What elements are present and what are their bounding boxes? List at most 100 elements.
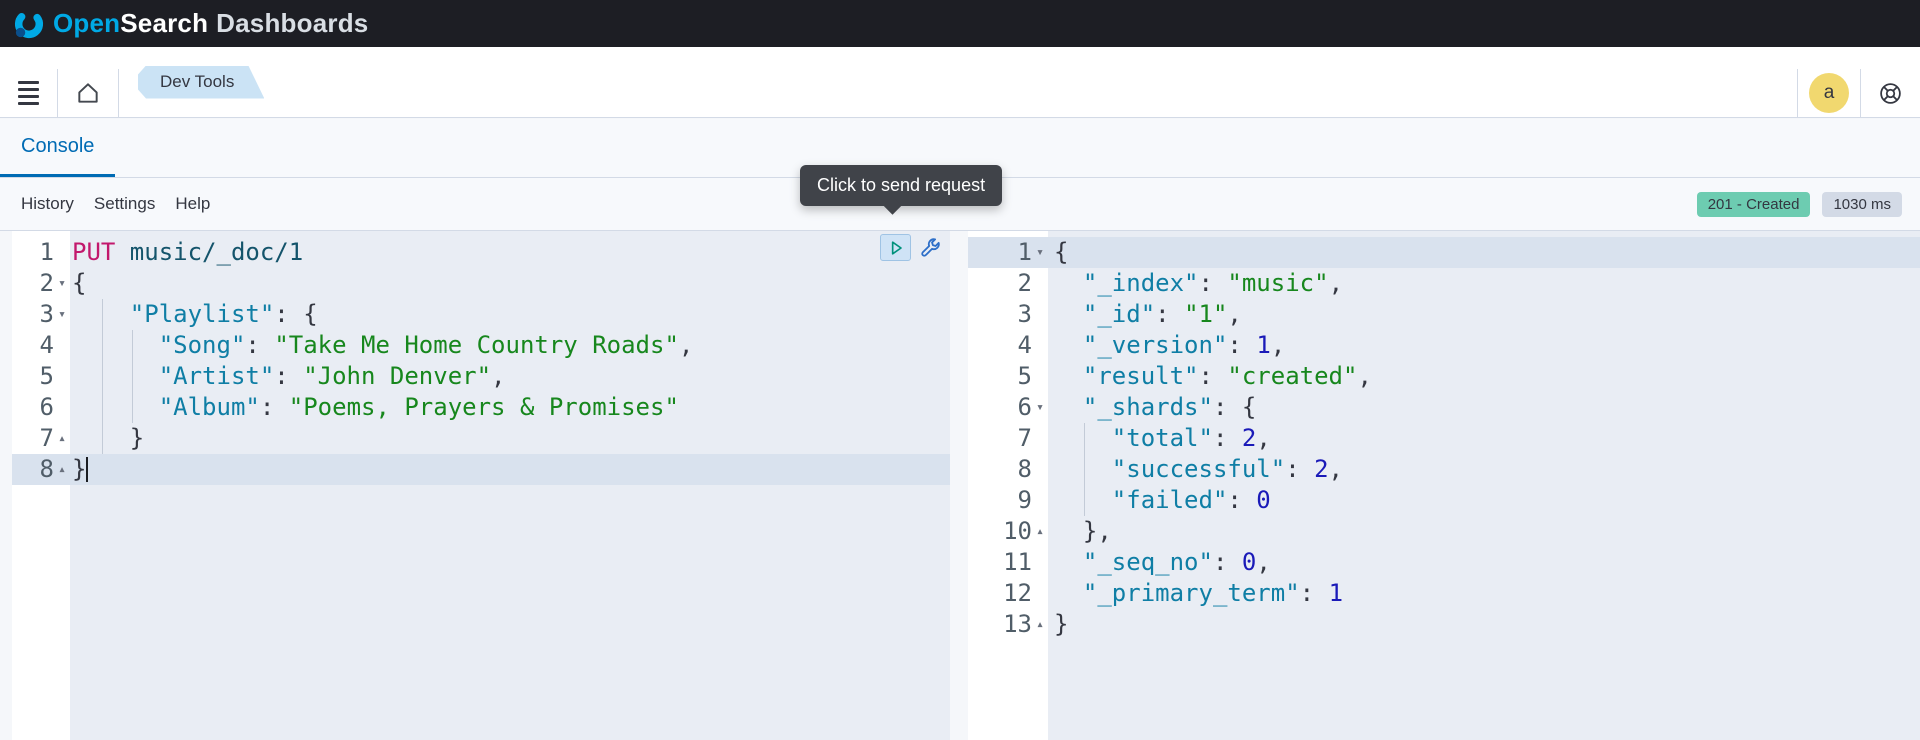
line-number: 11 [982, 547, 1032, 578]
tooltip-text: Click to send request [817, 175, 985, 195]
code-text: "_id": "1", [1048, 299, 1920, 330]
code-text: "result": "created", [1048, 361, 1920, 392]
response-line-7[interactable]: 7 "total": 2, [968, 423, 1920, 454]
line-number: 2 [982, 268, 1032, 299]
fold-toggle-icon[interactable]: ▾ [1032, 237, 1048, 268]
response-line-6[interactable]: 6▾ "_shards": { [968, 392, 1920, 423]
line-number: 13 [982, 609, 1032, 640]
response-line-2[interactable]: 2 "_index": "music", [968, 268, 1920, 299]
menu-item-help[interactable]: Help [175, 194, 210, 214]
code-text: "Playlist": { [70, 299, 950, 330]
line-number: 4 [982, 330, 1032, 361]
request-line-1[interactable]: 1 PUT music/_doc/1 [12, 237, 950, 268]
avatar[interactable]: a [1809, 73, 1849, 113]
line-number: 8 [982, 454, 1032, 485]
line-number: 12 [982, 578, 1032, 609]
code-text: "Album": "Poems, Prayers & Promises" [70, 392, 950, 423]
request-line-6[interactable]: 6 "Album": "Poems, Prayers & Promises" [12, 392, 950, 423]
console-workspace: 1PUT music/_doc/12▾{3▾ "Playlist": {4 "S… [0, 231, 1920, 740]
request-options-button[interactable] [916, 234, 944, 261]
fold-toggle-icon[interactable]: ▾ [54, 268, 70, 299]
latency-badge: 1030 ms [1822, 192, 1902, 217]
menu-item-settings[interactable]: Settings [94, 194, 155, 214]
code-text: }, [1048, 516, 1920, 547]
fold-toggle-icon[interactable]: ▴ [54, 454, 70, 485]
code-text: "Artist": "John Denver", [70, 361, 950, 392]
response-line-10[interactable]: 10▴ }, [968, 516, 1920, 547]
play-icon [886, 238, 906, 258]
tab-console[interactable]: Console [0, 119, 115, 177]
code-text: "Song": "Take Me Home Country Roads", [70, 330, 950, 361]
fold-toggle-icon[interactable]: ▴ [1032, 609, 1048, 640]
home-button[interactable] [58, 69, 119, 117]
fold-toggle-icon[interactable]: ▴ [1032, 516, 1048, 547]
response-line-8[interactable]: 8 "successful": 2, [968, 454, 1920, 485]
line-number: 6 [982, 392, 1032, 423]
fold-toggle-icon[interactable]: ▴ [54, 423, 70, 454]
code-text: "_seq_no": 0, [1048, 547, 1920, 578]
line-number: 8 [20, 454, 54, 485]
line-number: 4 [20, 330, 54, 361]
line-number: 7 [20, 423, 54, 454]
line-number: 1 [20, 237, 54, 268]
line-number: 10 [982, 516, 1032, 547]
brand-dashboards: Dashboards [216, 8, 368, 39]
line-number: 9 [982, 485, 1032, 516]
send-request-button[interactable] [880, 234, 911, 261]
code-text: "_shards": { [1048, 392, 1920, 423]
request-line-7[interactable]: 7▴ } [12, 423, 950, 454]
code-text: { [70, 268, 950, 299]
breadcrumb-dev-tools[interactable]: Dev Tools [138, 66, 264, 99]
request-line-3[interactable]: 3▾ "Playlist": { [12, 299, 950, 330]
nav-row: Dev Tools a [0, 47, 1920, 118]
response-line-1[interactable]: 1▾{ [968, 237, 1920, 268]
code-text: "_index": "music", [1048, 268, 1920, 299]
response-line-11[interactable]: 11 "_seq_no": 0, [968, 547, 1920, 578]
code-text: PUT music/_doc/1 [70, 237, 950, 268]
code-text: "successful": 2, [1048, 454, 1920, 485]
line-number: 6 [20, 392, 54, 423]
brand-search: Search [120, 8, 208, 39]
line-number: 5 [982, 361, 1032, 392]
code-text: "failed": 0 [1048, 485, 1920, 516]
line-number: 2 [20, 268, 54, 299]
fold-toggle-icon[interactable]: ▾ [54, 299, 70, 330]
request-line-4[interactable]: 4 "Song": "Take Me Home Country Roads", [12, 330, 950, 361]
line-number: 3 [20, 299, 54, 330]
menu-item-history[interactable]: History [21, 194, 74, 214]
opensearch-logo-icon [14, 9, 44, 39]
top-header-bar: OpenSearch Dashboards [0, 0, 1920, 47]
response-line-12[interactable]: 12 "_primary_term": 1 [968, 578, 1920, 609]
response-line-4[interactable]: 4 "_version": 1, [968, 330, 1920, 361]
account-button[interactable]: a [1797, 69, 1860, 117]
wrench-icon [919, 236, 942, 259]
code-text: "total": 2, [1048, 423, 1920, 454]
response-line-3[interactable]: 3 "_id": "1", [968, 299, 1920, 330]
code-text: "_version": 1, [1048, 330, 1920, 361]
code-text: { [1048, 237, 1920, 268]
menu-button[interactable] [0, 69, 58, 117]
request-line-8[interactable]: 8▴} [12, 454, 950, 485]
line-number: 1 [982, 237, 1032, 268]
help-button[interactable] [1860, 69, 1920, 117]
status-code-badge: 201 - Created [1697, 192, 1811, 217]
request-editor[interactable]: 1PUT music/_doc/12▾{3▾ "Playlist": {4 "S… [12, 231, 950, 740]
request-line-2[interactable]: 2▾{ [12, 268, 950, 299]
menu-icon [18, 81, 39, 105]
code-text: } [70, 423, 950, 454]
line-number: 3 [982, 299, 1032, 330]
code-text: "_primary_term": 1 [1048, 578, 1920, 609]
home-icon [75, 80, 101, 106]
line-number: 7 [982, 423, 1032, 454]
request-line-5[interactable]: 5 "Artist": "John Denver", [12, 361, 950, 392]
brand-open: Open [53, 8, 120, 39]
response-line-9[interactable]: 9 "failed": 0 [968, 485, 1920, 516]
response-viewer[interactable]: 1▾{2 "_index": "music",3 "_id": "1",4 "_… [968, 231, 1920, 740]
send-request-tooltip: Click to send request [800, 165, 1002, 206]
text-cursor [86, 457, 88, 482]
response-line-13[interactable]: 13▴} [968, 609, 1920, 640]
brand-title: OpenSearch Dashboards [53, 8, 368, 39]
code-text: } [1048, 609, 1920, 640]
fold-toggle-icon[interactable]: ▾ [1032, 392, 1048, 423]
response-line-5[interactable]: 5 "result": "created", [968, 361, 1920, 392]
